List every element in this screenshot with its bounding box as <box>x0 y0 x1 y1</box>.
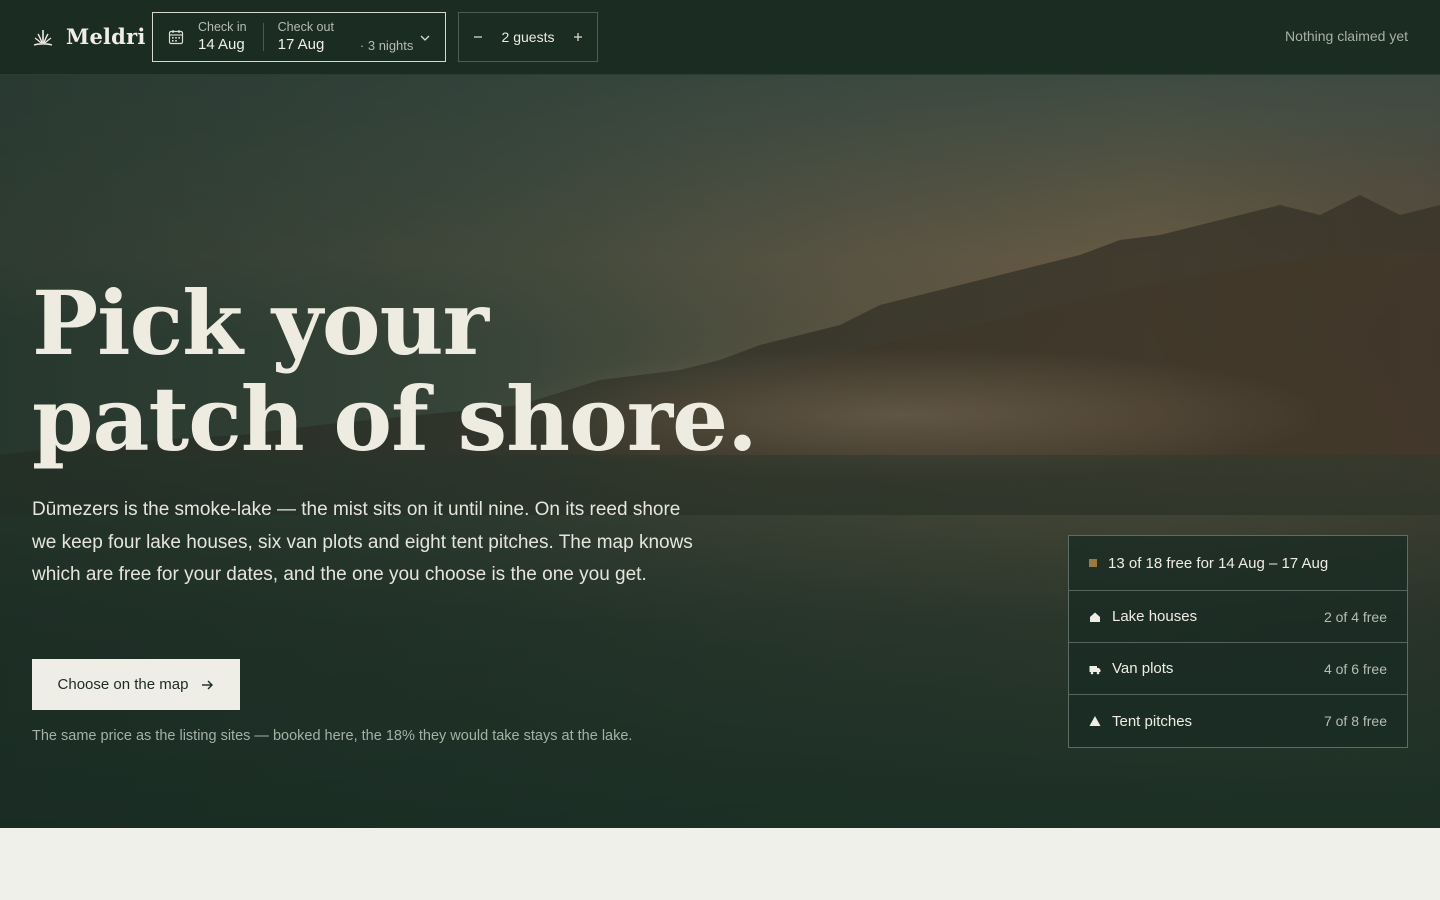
next-section-edge <box>0 828 1440 900</box>
guest-stepper: 2 guests <box>458 12 598 62</box>
date-divider <box>262 23 264 51</box>
checkout-label: Check out <box>277 20 334 34</box>
cta-label: Choose on the map <box>57 676 189 693</box>
date-range-picker[interactable]: Check in 14 Aug Check out 17 Aug · 3 nig… <box>152 12 446 62</box>
brand-name: Meldri <box>66 24 146 49</box>
checkout-value: 17 Aug <box>277 36 325 53</box>
choose-on-map-button[interactable]: Choose on the map <box>32 659 240 710</box>
hero-headline: Pick your patch of shore. <box>32 275 792 467</box>
chevron-down-icon[interactable] <box>419 32 431 44</box>
arrow-right-icon <box>202 680 214 689</box>
availability-summary: 13 of 18 free for 14 Aug – 17 Aug <box>1069 536 1407 591</box>
headline-line-1: Pick your <box>32 271 489 375</box>
hero-section: Pick your patch of shore. Dūmezers is th… <box>0 75 1440 828</box>
price-note: The same price as the listing sites — bo… <box>32 728 633 744</box>
calendar-icon <box>168 30 184 45</box>
availability-row-lake-houses[interactable]: Lake houses 2 of 4 free <box>1069 591 1407 643</box>
minus-icon <box>474 36 482 38</box>
tent-icon <box>1089 716 1101 726</box>
headline-line-2: patch of shore. <box>32 367 758 471</box>
checkin-field[interactable]: Check in 14 Aug <box>198 20 247 54</box>
row-label: Lake houses <box>1112 608 1198 625</box>
availability-panel: 13 of 18 free for 14 Aug – 17 Aug Lake h… <box>1068 535 1408 748</box>
guest-count: 2 guests <box>501 29 555 45</box>
house-icon <box>1090 612 1100 622</box>
availability-row-van-plots[interactable]: Van plots 4 of 6 free <box>1069 643 1407 695</box>
plus-icon <box>574 33 582 41</box>
row-count: 7 of 8 free <box>1323 713 1387 729</box>
row-count: 4 of 6 free <box>1323 660 1387 677</box>
status-dot-icon <box>1089 559 1097 567</box>
van-icon <box>1089 665 1101 674</box>
row-label: Van plots <box>1112 660 1174 677</box>
row-label: Tent pitches <box>1112 712 1193 730</box>
nights-count: · 3 nights <box>359 37 414 53</box>
availability-summary-text: 13 of 18 free for 14 Aug – 17 Aug <box>1108 554 1329 572</box>
row-count: 2 of 4 free <box>1323 608 1387 625</box>
brand-logo[interactable]: Meldri <box>32 24 146 49</box>
top-bar: Meldri Check in 14 Aug Check out 17 Aug … <box>0 0 1440 75</box>
hero-lead: Dūmezers is the smoke-lake — the mist si… <box>32 499 693 585</box>
checkin-value: 14 Aug <box>198 36 245 53</box>
checkin-label: Check in <box>198 20 247 34</box>
reed-logo-icon <box>33 29 53 46</box>
decrease-guests-button[interactable] <box>471 30 485 44</box>
increase-guests-button[interactable] <box>571 30 585 44</box>
claim-status: Nothing claimed yet <box>1285 28 1408 44</box>
checkout-field[interactable]: Check out 17 Aug <box>278 20 334 54</box>
availability-row-tent-pitches[interactable]: Tent pitches 7 of 8 free <box>1069 695 1407 747</box>
